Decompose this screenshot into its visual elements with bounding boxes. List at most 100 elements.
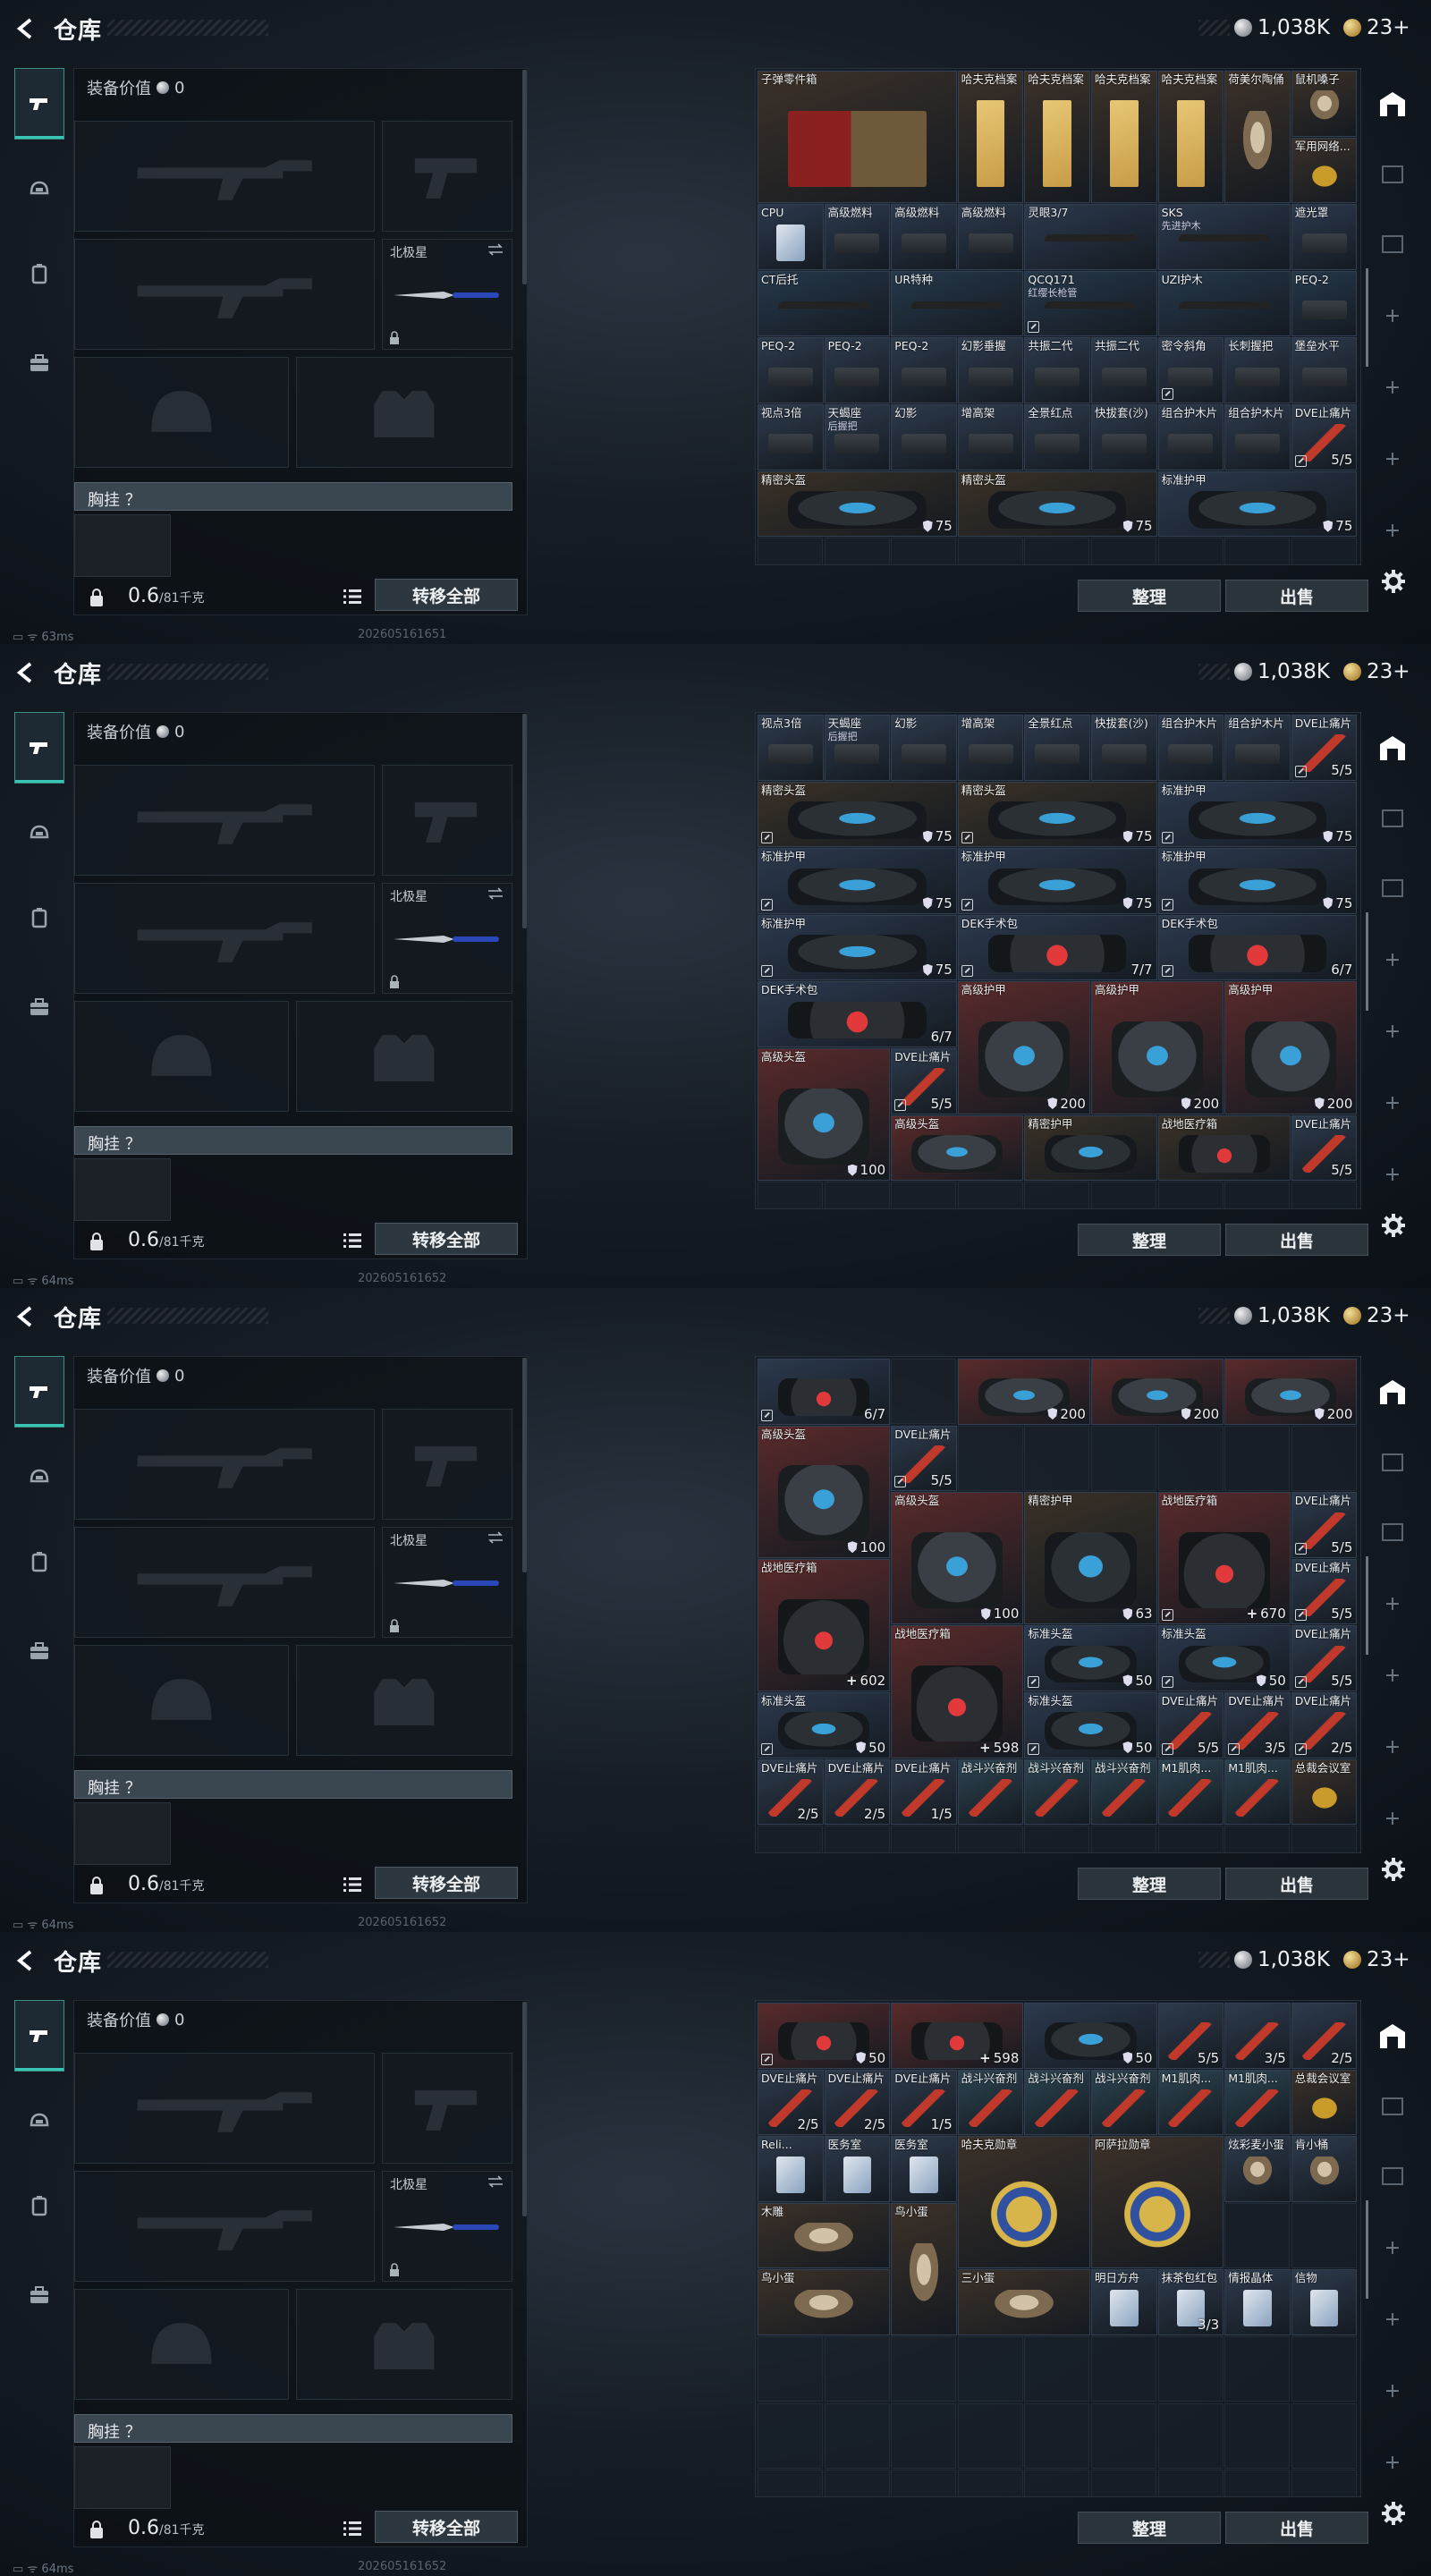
stash-item[interactable]: 视点3倍 (758, 715, 824, 781)
add-stash-tab-button[interactable]: + (1376, 2445, 1410, 2479)
stash-item[interactable]: DVE止痛片 2/5 (824, 2069, 891, 2136)
stash-item[interactable]: DEK手术包 6/7 (1157, 914, 1358, 981)
stash-item[interactable]: 标准护甲 75 (957, 848, 1157, 914)
chest-rig-header[interactable]: 胸挂 ？ (74, 2414, 512, 2443)
add-stash-tab-button[interactable]: + (1376, 2374, 1410, 2408)
empty-stash-cell[interactable] (1224, 2470, 1291, 2496)
stash-item[interactable]: CT后托 (758, 270, 891, 337)
stash-item[interactable]: 标准护甲 75 (758, 848, 957, 914)
empty-stash-cell[interactable] (1291, 1826, 1357, 1852)
empty-stash-cell[interactable] (758, 2336, 823, 2402)
stash-item[interactable]: SKS 先进护木 (1157, 204, 1291, 270)
stash-item[interactable]: DVE止痛片 2/5 (824, 1758, 891, 1826)
stash-scrollbar[interactable] (1366, 912, 1368, 1011)
stash-item[interactable]: 荷美尔陶俑 (1224, 71, 1291, 204)
stash-item[interactable]: 明日方舟 (1091, 2269, 1157, 2335)
tab-weapons[interactable] (14, 712, 64, 784)
sort-button[interactable]: 整理 (1078, 2512, 1221, 2544)
stash-item[interactable]: 标准头盔 50 (1024, 1625, 1157, 1691)
stash-item[interactable]: 肯小桶 (1291, 2136, 1358, 2202)
empty-stash-cell[interactable] (1224, 538, 1291, 564)
stash-item[interactable]: 医务室 (891, 2136, 957, 2202)
stash-item[interactable]: 精密护甲 (1024, 1114, 1157, 1182)
empty-stash-cell[interactable] (1091, 1826, 1156, 1852)
empty-stash-cell[interactable] (1224, 2202, 1291, 2268)
tab-stash-2[interactable] (1376, 2089, 1410, 2123)
add-stash-tab-button[interactable]: + (1376, 1014, 1410, 1048)
stash-item[interactable]: 精密护甲 63 (1024, 1492, 1157, 1625)
back-arrow-icon[interactable] (13, 1947, 39, 1974)
add-stash-tab-button[interactable]: + (1376, 1086, 1410, 1120)
tab-gear[interactable] (14, 798, 64, 869)
stash-item[interactable]: 木雕 (758, 2202, 891, 2269)
list-icon[interactable] (343, 2520, 362, 2538)
empty-stash-cell[interactable] (1291, 538, 1357, 564)
empty-stash-cell[interactable] (1091, 2336, 1156, 2402)
stash-item[interactable]: DVE止痛片 1/5 (891, 1758, 957, 1826)
add-stash-tab-button[interactable]: + (1376, 442, 1410, 476)
empty-stash-cell[interactable] (957, 1425, 1023, 1491)
empty-stash-cell[interactable] (957, 2402, 1023, 2469)
empty-stash-cell[interactable] (891, 2470, 957, 2496)
add-stash-tab-button[interactable]: + (1376, 1730, 1410, 1764)
stash-item[interactable]: 高级护甲 200 (1224, 981, 1358, 1114)
stash-item[interactable]: UZI护木 (1157, 270, 1291, 337)
stash-item[interactable]: 遮光罩 (1291, 204, 1358, 270)
empty-stash-cell[interactable] (1157, 538, 1224, 564)
move-all-button[interactable]: 转移全部 (375, 579, 518, 611)
add-stash-tab-button[interactable]: + (1376, 1157, 1410, 1191)
empty-stash-cell[interactable] (1024, 538, 1090, 564)
tab-consumables[interactable] (14, 1526, 64, 1597)
stash-item[interactable]: 50 (1024, 2003, 1157, 2069)
stash-item[interactable]: M1肌肉... (1157, 1758, 1224, 1826)
tab-stash-home[interactable] (1376, 2020, 1410, 2054)
stash-item[interactable]: 标准头盔 50 (1157, 1625, 1291, 1691)
stash-item[interactable]: DVE止痛片 5/5 (891, 1048, 957, 1114)
tab-gear[interactable] (14, 2086, 64, 2157)
secondary-weapon-slot[interactable] (74, 1527, 375, 1638)
tab-stash-3[interactable] (1376, 227, 1410, 261)
tab-backpack[interactable] (14, 971, 64, 1043)
add-stash-tab-button[interactable]: + (1376, 1801, 1410, 1835)
swap-icon[interactable] (487, 887, 504, 900)
gear-icon[interactable] (1381, 1857, 1406, 1882)
back-arrow-icon[interactable] (13, 659, 39, 686)
secondary-weapon-slot[interactable] (74, 239, 375, 350)
stash-item[interactable]: 灵眼3/7 (1024, 204, 1157, 270)
chest-rig-header[interactable]: 胸挂 ？ (74, 482, 512, 511)
list-icon[interactable] (343, 1232, 362, 1250)
stash-item[interactable]: 标准护甲 75 (1157, 470, 1358, 538)
stash-item[interactable]: DVE止痛片 5/5 (1291, 715, 1358, 781)
stash-item[interactable]: 战斗兴奋剂 (957, 2069, 1024, 2136)
back-arrow-icon[interactable] (13, 1303, 39, 1330)
empty-stash-cell[interactable] (891, 2402, 957, 2469)
stash-item[interactable]: 信物 (1291, 2269, 1358, 2335)
empty-stash-cell[interactable] (758, 1826, 823, 1852)
stash-item[interactable]: 精密头盔 75 (758, 781, 957, 848)
stash-item[interactable]: 200 (1224, 1359, 1358, 1425)
empty-stash-cell[interactable] (891, 1359, 957, 1424)
melee-slot[interactable]: 北极星 (382, 239, 512, 350)
empty-stash-cell[interactable] (1291, 2336, 1357, 2402)
empty-stash-cell[interactable] (758, 2402, 823, 2469)
add-stash-tab-button[interactable]: + (1376, 513, 1410, 547)
armor-slot[interactable] (296, 1001, 512, 1112)
stash-item[interactable]: 长刺握把 (1224, 337, 1291, 403)
empty-stash-cell[interactable] (1157, 1425, 1224, 1491)
stash-item[interactable]: 总裁会议室 (1291, 2069, 1358, 2136)
tab-gear[interactable] (14, 1442, 64, 1513)
pistol-slot[interactable] (382, 1409, 512, 1520)
stash-item[interactable]: 哈夫克档案 (957, 71, 1024, 204)
stash-item[interactable]: 增高架 (957, 404, 1024, 470)
stash-item[interactable]: DVE止痛片 5/5 (1291, 1625, 1358, 1691)
sort-button[interactable]: 整理 (1078, 1224, 1221, 1256)
stash-item[interactable]: 鸟小蛋 (891, 2202, 957, 2335)
stash-item[interactable]: DVE止痛片 2/5 (758, 1758, 824, 1826)
sell-button[interactable]: 出售 (1225, 1868, 1368, 1900)
secondary-weapon-slot[interactable] (74, 883, 375, 994)
move-all-button[interactable]: 转移全部 (375, 1867, 518, 1899)
swap-icon[interactable] (487, 1531, 504, 1544)
stash-item[interactable]: 全景红点 (1024, 404, 1090, 470)
stash-item[interactable]: 高级头盔 100 (758, 1048, 891, 1182)
tab-stash-2[interactable] (1376, 157, 1410, 191)
